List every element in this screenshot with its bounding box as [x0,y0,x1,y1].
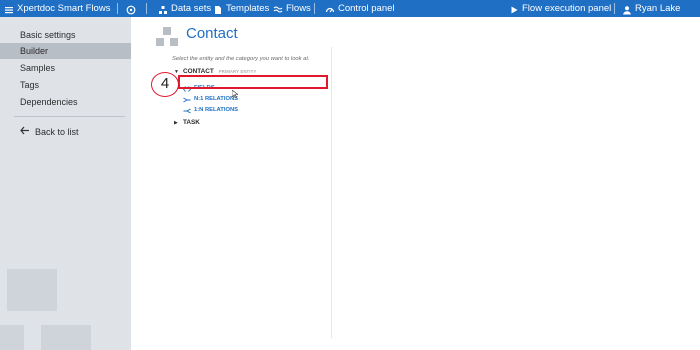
dashboard-icon [126,4,136,14]
nav-data-sets-label: Data sets [171,3,212,14]
nav-control-panel-label: Control panel [338,3,395,14]
primary-entity-badge: PRIMARY ENTITY [218,69,257,74]
sidebar-item-samples[interactable]: Samples [0,60,131,76]
caret-right-icon: ▶ [174,119,178,126]
divider [314,3,315,14]
gauge-icon [325,4,335,14]
nav-flows-label: Flows [286,3,311,14]
task-entity-label: TASK [183,119,200,126]
decorative-block [0,325,24,350]
contact-entity-label: CONTACT [183,68,214,75]
split-relation-icon [183,101,191,119]
user-icon [622,4,632,14]
nav-templates-label: Templates [226,3,270,14]
step-number-badge: 4 [151,72,179,97]
data-sets-icon [158,4,168,14]
tree-node-contact[interactable]: ▼ CONTACT PRIMARY ENTITY [174,68,257,75]
divider [146,3,147,14]
decorative-block [7,269,57,311]
mouse-cursor-icon [231,85,239,99]
menu-icon [4,4,14,14]
nav-data-sets[interactable]: Data sets [158,0,211,17]
back-to-list-link[interactable]: Back to list [20,126,79,137]
flow-execution-panel-label: Flow execution panel [522,3,612,14]
sidebar: Basic settings Builder Samples Tags Depe… [0,17,131,350]
data-set-icon [156,27,178,46]
sidebar-item-basic-settings[interactable]: Basic settings [0,27,131,43]
divider [117,3,118,14]
page-title: Contact [186,25,238,42]
sidebar-item-dependencies[interactable]: Dependencies [0,94,131,110]
flows-icon [273,4,283,14]
user-menu[interactable]: Ryan Lake [622,0,680,17]
user-name: Ryan Lake [635,3,681,14]
tree-hint-text: Select the entity and the category you w… [172,56,310,62]
back-to-list-label: Back to list [35,126,79,137]
nav-flows[interactable]: Flows [273,0,311,17]
tree-node-1n-relations[interactable]: 1:N RELATIONS [183,101,238,119]
nav-control-panel[interactable]: Control panel [325,0,395,17]
play-icon [509,4,519,14]
app-title: Xpertdoc Smart Flows [17,3,111,14]
sidebar-item-builder[interactable]: Builder [0,43,131,59]
app-home-link[interactable]: Xpertdoc Smart Flows [4,0,110,17]
nav-templates[interactable]: Templates [213,0,269,17]
step-highlight-box [178,75,328,89]
divider [614,3,615,14]
sidebar-item-tags[interactable]: Tags [0,77,131,93]
caret-down-icon: ▼ [174,68,179,75]
back-arrow-icon [20,126,30,137]
top-bar: Xpertdoc Smart Flows Data sets Templates… [0,0,700,17]
decorative-block [41,325,91,350]
1n-relations-label: 1:N RELATIONS [194,107,239,113]
document-icon [213,4,223,14]
flow-execution-panel-button[interactable]: Flow execution panel [509,0,611,17]
dashboard-button[interactable] [126,0,136,17]
sidebar-divider [14,116,125,117]
tree-node-task[interactable]: ▶ TASK [174,119,200,126]
